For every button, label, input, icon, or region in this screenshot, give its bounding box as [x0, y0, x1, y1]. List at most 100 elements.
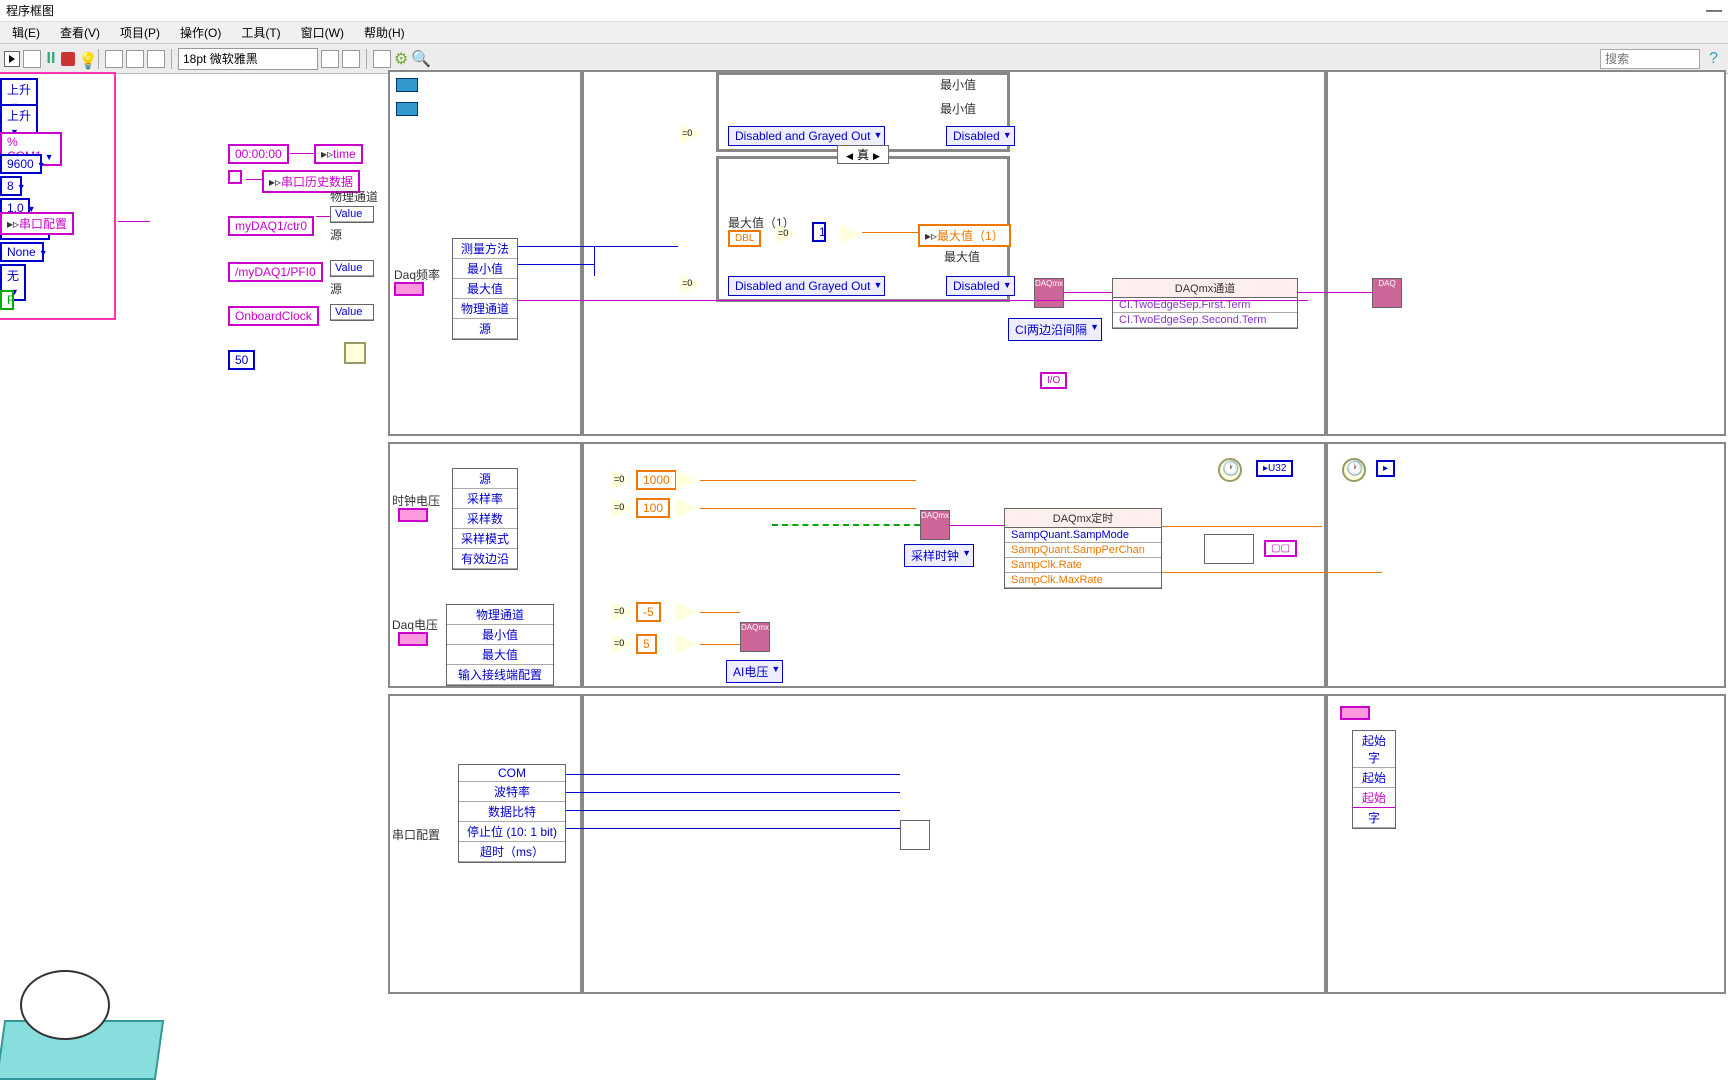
daqv-unbundle[interactable]: 物理通道 最小值 最大值 输入接线端配置: [446, 604, 554, 686]
unbundle-row: 停止位 (10: 1 bit): [459, 822, 565, 842]
compare-100[interactable]: =0: [612, 498, 636, 518]
pink-terminal-right[interactable]: [1340, 706, 1370, 720]
daqmx-create-chan-node[interactable]: DAQmx: [1034, 278, 1064, 308]
equal-zero-node-2[interactable]: =0: [680, 274, 704, 294]
align-button[interactable]: [321, 50, 339, 68]
select-100[interactable]: [676, 498, 700, 518]
unbundle-row: 源: [453, 469, 517, 489]
unbundle-row: 最小值: [453, 259, 517, 279]
const-5[interactable]: 5: [636, 634, 657, 654]
sequence-frame-6[interactable]: [1326, 442, 1726, 688]
cluster-out[interactable]: ▢▢: [1264, 540, 1297, 557]
ci-two-edge-ring[interactable]: CI两边沿间隔: [1008, 318, 1102, 341]
value-prop-2[interactable]: Value: [330, 260, 374, 277]
disabled-grayed-ring-2[interactable]: Disabled and Grayed Out: [728, 276, 885, 296]
clockv-unbundle[interactable]: 源 采样率 采样数 采样模式 有效边沿: [452, 468, 518, 570]
const-neg5[interactable]: -5: [636, 602, 661, 622]
menu-help[interactable]: 帮助(H): [354, 24, 415, 41]
menu-edit[interactable]: 辑(E): [2, 24, 50, 41]
serial-unbundle[interactable]: COM 波特率 数据比特 停止位 (10: 1 bit) 超时（ms）: [458, 764, 566, 863]
select-node[interactable]: [840, 224, 864, 244]
daqv-terminal[interactable]: [398, 632, 428, 646]
fifty-constant[interactable]: 50: [228, 350, 255, 370]
compare-neg5[interactable]: =0: [612, 602, 636, 622]
daqmx-timing-node[interactable]: DAQmx: [920, 510, 950, 540]
sample-clock-ring[interactable]: 采样时钟: [904, 544, 974, 567]
compare-5[interactable]: =0: [612, 634, 636, 654]
sequence-frame-3[interactable]: [1326, 70, 1726, 436]
tick-count-node-1[interactable]: [1218, 458, 1242, 482]
value-prop-1[interactable]: Value: [330, 206, 374, 223]
highlight-exec-button[interactable]: 💡: [78, 51, 92, 67]
menu-tools[interactable]: 工具(T): [231, 24, 290, 41]
search-input[interactable]: [1600, 49, 1700, 69]
run-continuous-button[interactable]: [23, 50, 41, 68]
onboard-clock-constant[interactable]: OnboardClock: [228, 306, 319, 326]
unbundle-row: 输入接线端配置: [447, 665, 553, 685]
time-property[interactable]: ▸▹time: [314, 144, 363, 164]
sequence-frame-8[interactable]: [582, 694, 1326, 994]
wire: [1162, 572, 1382, 573]
step-into-button[interactable]: [105, 50, 123, 68]
separator: [98, 49, 99, 69]
u32-indicator-2[interactable]: ▸: [1376, 460, 1395, 477]
pause-button[interactable]: II: [44, 51, 58, 67]
run-button[interactable]: [4, 51, 20, 67]
clockv-terminal[interactable]: [398, 508, 428, 522]
abort-button[interactable]: [61, 52, 75, 66]
daqmx-channel-prop[interactable]: DAQmx通道 CI.TwoEdgeSep.First.Term CI.TwoE…: [1112, 278, 1298, 329]
daqmx-ai-node[interactable]: DAQmx: [740, 622, 770, 652]
tick-count-node-2[interactable]: [1342, 458, 1366, 482]
disabled-grayed-ring-1[interactable]: Disabled and Grayed Out: [728, 126, 885, 146]
daqmx-node-right[interactable]: DAQ: [1372, 278, 1402, 308]
distribute-button[interactable]: [342, 50, 360, 68]
cleanup-button[interactable]: ⚙: [394, 49, 408, 69]
wire: [566, 792, 900, 793]
value-prop-3[interactable]: Value: [330, 304, 374, 321]
step-out-button[interactable]: [147, 50, 165, 68]
const-100[interactable]: 100: [636, 498, 670, 518]
reorder-button[interactable]: [373, 50, 391, 68]
case-selector[interactable]: 真: [837, 145, 889, 164]
wait-ms-node[interactable]: [344, 342, 366, 364]
max1-property[interactable]: ▸▹最大值（1）: [918, 224, 1011, 247]
find-icon[interactable]: 🔍: [411, 49, 431, 69]
pfi0-constant[interactable]: /myDAQ1/PFI0: [228, 262, 323, 282]
shift-register-2[interactable]: [396, 102, 418, 116]
daq-freq-unbundle[interactable]: 测量方法 最小值 最大值 物理通道 源: [452, 238, 518, 340]
help-icon[interactable]: ?: [1709, 50, 1718, 68]
ai-voltage-ring[interactable]: AI电压: [726, 660, 783, 683]
u32-indicator-1[interactable]: ▸U32: [1256, 460, 1293, 477]
one-constant[interactable]: 1: [812, 222, 826, 242]
bundle-node[interactable]: [1204, 534, 1254, 564]
right-unbundle[interactable]: 起始字 起始 起始 字: [1352, 730, 1396, 829]
select-5[interactable]: [676, 634, 700, 654]
minimize-button[interactable]: —: [1706, 2, 1722, 20]
menu-view[interactable]: 查看(V): [50, 24, 110, 41]
menu-project[interactable]: 项目(P): [110, 24, 170, 41]
window-title: 程序框图: [6, 2, 54, 19]
ctr0-constant[interactable]: myDAQ1/ctr0: [228, 216, 314, 236]
step-over-button[interactable]: [126, 50, 144, 68]
daq-freq-terminal[interactable]: [394, 282, 424, 296]
dbl-terminal[interactable]: DBL: [728, 230, 761, 247]
select-1000[interactable]: [676, 470, 700, 490]
disabled-ring-1[interactable]: Disabled: [946, 126, 1015, 146]
time-constant[interactable]: 00:00:00: [228, 144, 289, 164]
shift-register-1[interactable]: [396, 78, 418, 92]
compare-1000[interactable]: =0: [612, 470, 636, 490]
compare-node-a[interactable]: =0: [776, 224, 800, 244]
disabled-ring-2[interactable]: Disabled: [946, 276, 1015, 296]
select-neg5[interactable]: [676, 602, 700, 622]
menu-window[interactable]: 窗口(W): [291, 24, 354, 41]
unbundle-row: 测量方法: [453, 239, 517, 259]
font-selector[interactable]: [178, 48, 318, 70]
block-diagram-canvas[interactable]: 上升 上升 % COM1 9600 8 1.0 20000 None 无 F ▸…: [0, 74, 1728, 1080]
equal-zero-node-1[interactable]: =0: [680, 124, 704, 144]
const-1000[interactable]: 1000: [636, 470, 677, 490]
serial-config-prop[interactable]: ▸▹串口配置: [0, 212, 74, 235]
daqmx-timing-prop[interactable]: DAQmx定时 SampQuant.SampMode SampQuant.Sam…: [1004, 508, 1162, 589]
empty-string-const[interactable]: [228, 170, 242, 184]
visa-node[interactable]: [900, 820, 930, 850]
menu-operate[interactable]: 操作(O): [170, 24, 231, 41]
